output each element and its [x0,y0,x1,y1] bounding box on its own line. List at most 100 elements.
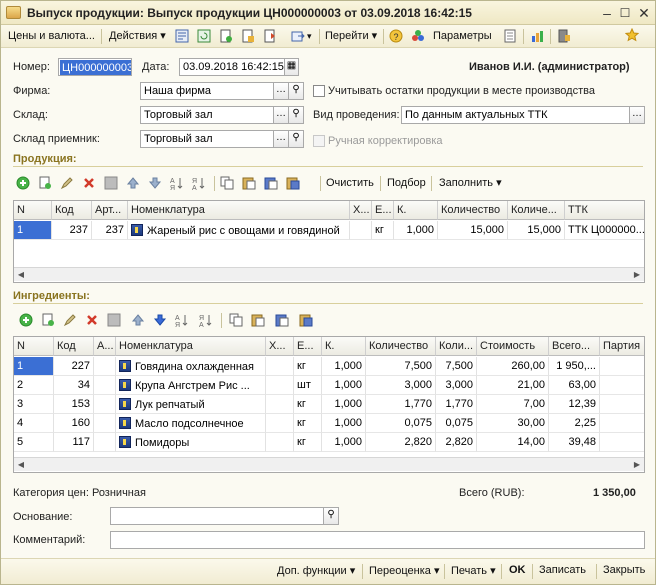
number-field[interactable]: ЦН000000003 [58,58,132,76]
ingredient-cell[interactable] [600,395,644,414]
ingredient-cell[interactable]: 7,00 [477,395,549,414]
ingredient-cell[interactable]: 1,000 [322,414,366,433]
ingredient-cell[interactable]: 63,00 [549,376,600,395]
product-cell[interactable]: Жареный рис с овощами и говядиной [128,221,350,240]
paste-icon[interactable] [242,176,256,190]
product-col-header[interactable]: Е... [372,201,394,220]
move-up-icon[interactable] [131,313,145,327]
ingredient-cell[interactable] [600,357,644,376]
ingredient-cell[interactable]: 0,075 [436,414,477,433]
ingredient-cell[interactable]: 260,00 [477,357,549,376]
basis-field[interactable] [110,507,324,525]
ingredient-cell[interactable] [266,357,294,376]
print-menu[interactable]: Печать ▾ [451,564,496,577]
product-col-header[interactable]: ТТК [565,201,644,220]
products-table[interactable]: N Код Арт... Номенклатура Х... Е... К. Количест… [13,200,645,283]
ingredient-cell[interactable]: 1,000 [322,376,366,395]
product-cell[interactable] [350,221,372,240]
add-row-icon[interactable] [16,176,30,190]
ingredient-cell[interactable]: 7,500 [436,357,477,376]
product-col-header[interactable]: Код [52,201,92,220]
ingredient-cell[interactable]: 5 [14,433,54,452]
product-col-header[interactable]: Х... [350,201,372,220]
sort-asc-icon[interactable]: AЯ [170,176,184,190]
close-button[interactable]: Закрыть [603,564,645,576]
ingredient-cell[interactable]: 2 [14,376,54,395]
post-icon[interactable] [175,29,189,43]
ingredient-cell[interactable]: 4 [14,414,54,433]
scroll-left-icon[interactable]: ◀ [14,268,28,282]
ingredient-col-header[interactable]: Стоимость [477,337,549,356]
ingredient-cell[interactable] [94,376,116,395]
place-stock-checkbox[interactable] [313,85,325,97]
ingredient-cell[interactable]: Говядина охлажденная [116,357,266,376]
fill-menu[interactable]: Заполнить ▾ [439,175,502,192]
ingredient-cell[interactable]: 117 [54,433,94,452]
ingredient-cell[interactable]: 3 [14,395,54,414]
goto-menu[interactable]: Перейти ▾ [325,28,377,45]
ingredient-col-header[interactable]: Код [54,337,94,356]
product-cell[interactable]: кг [372,221,394,240]
ingredient-cell[interactable] [266,414,294,433]
ingredient-cell[interactable]: 30,00 [477,414,549,433]
edit-row-icon[interactable] [63,313,77,327]
ingredient-cell[interactable] [266,433,294,452]
ingredient-cell[interactable]: Помидоры [116,433,266,452]
ingredient-cell[interactable] [600,414,644,433]
favorite-star-icon[interactable] [625,28,639,42]
ingredient-col-header[interactable]: А... [94,337,116,356]
ingredient-col-header[interactable]: Х... [266,337,294,356]
copy-row-icon[interactable] [38,176,52,190]
ingredient-cell[interactable]: 21,00 [477,376,549,395]
ingredient-cell[interactable] [600,376,644,395]
sort-desc-icon[interactable]: ЯA [199,313,213,327]
product-cell[interactable]: ТТК Ц000000... [565,221,644,240]
receiver-search-icon[interactable]: ⚲ [288,130,304,148]
manual-correction-checkbox[interactable] [313,135,325,147]
copy-icon[interactable] [229,313,243,327]
paste-replace-icon[interactable] [286,176,300,190]
product-col-header[interactable]: Номенклатура [128,201,350,220]
extra-functions-menu[interactable]: Доп. функции ▾ [277,564,355,577]
ingredient-cell[interactable]: 1,000 [322,433,366,452]
minimize-icon[interactable]: ‒ [599,5,615,21]
end-edit-icon[interactable] [107,313,121,327]
add-row-icon[interactable] [19,313,33,327]
go-dropdown-icon[interactable]: ▾ [307,28,312,45]
paste-replace-icon[interactable] [299,313,313,327]
close-icon[interactable]: ✕ [636,5,652,21]
parameters-button[interactable]: Параметры [433,28,492,45]
end-edit-icon[interactable] [104,176,118,190]
ingredient-col-header[interactable]: Партия [600,337,644,356]
receiver-select-button[interactable]: … [273,130,289,148]
ingredient-cell[interactable]: 2,820 [436,433,477,452]
paste-add-icon[interactable] [275,313,289,327]
copy-row-icon[interactable] [41,313,55,327]
ingredient-cell[interactable]: 3,000 [366,376,436,395]
basis-search-icon[interactable]: ⚲ [323,507,339,525]
move-down-icon[interactable] [153,313,167,327]
ingredient-cell[interactable]: Лук репчатый [116,395,266,414]
ingredient-cell[interactable]: 1 950,... [549,357,600,376]
ingredient-cell[interactable]: 2,820 [366,433,436,452]
go-icon[interactable] [291,29,305,43]
ingredient-col-header[interactable]: Всего... [549,337,600,356]
product-col-header[interactable]: Количество [438,201,508,220]
ingredient-cell[interactable]: 2,25 [549,414,600,433]
move-up-icon[interactable] [126,176,140,190]
product-cell[interactable]: 15,000 [508,221,565,240]
product-col-header[interactable]: К. [394,201,438,220]
product-cell[interactable]: 237 [92,221,128,240]
journal-icon[interactable] [557,29,571,43]
ingredient-col-header[interactable]: N [14,337,54,356]
product-cell[interactable]: 15,000 [438,221,508,240]
ingredient-cell[interactable]: 12,39 [549,395,600,414]
posting-type-select-button[interactable]: … [629,106,645,124]
ingredient-cell[interactable]: 153 [54,395,94,414]
ingredient-cell[interactable]: кг [294,357,322,376]
scroll-right-icon[interactable]: ▶ [630,458,644,472]
ingredient-col-header[interactable]: Количество [366,337,436,356]
product-col-header[interactable]: Количе... [508,201,565,220]
ingredient-cell[interactable]: 1,000 [322,395,366,414]
ingredient-cell[interactable]: 39,48 [549,433,600,452]
